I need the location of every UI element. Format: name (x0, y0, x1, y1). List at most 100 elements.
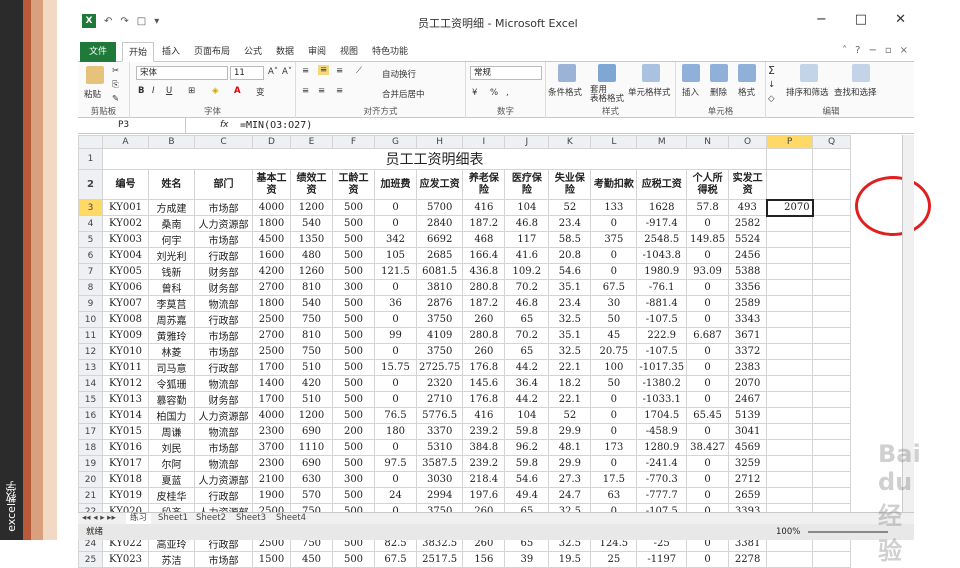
cell[interactable] (812, 169, 852, 200)
cell[interactable]: 财务部 (194, 263, 253, 280)
cell[interactable]: 2685 (415, 247, 464, 264)
cell[interactable]: 280.8 (462, 279, 506, 296)
cell[interactable]: 财务部 (194, 279, 253, 296)
cell[interactable] (766, 407, 814, 424)
cell[interactable]: 5776.5 (415, 407, 464, 424)
cell[interactable]: -917.4 (636, 215, 688, 232)
zoom-level[interactable]: 100% (776, 524, 800, 540)
cell[interactable]: 1200 (290, 407, 333, 424)
tab-view[interactable]: 视图 (340, 42, 358, 62)
cell[interactable]: 2517.5 (415, 551, 464, 568)
cell[interactable]: 3030 (415, 471, 464, 488)
cell[interactable]: 5700 (415, 199, 464, 216)
cell[interactable] (812, 231, 852, 248)
cell[interactable]: 1900 (252, 487, 291, 504)
cell[interactable] (812, 199, 852, 216)
cell[interactable]: 令狐珊 (148, 375, 195, 392)
underline-button[interactable]: U (166, 86, 172, 96)
header-cell[interactable]: 应税工资 (636, 169, 688, 200)
cell[interactable]: 1400 (252, 375, 291, 392)
row-header[interactable]: 1 (78, 148, 103, 170)
cell[interactable]: 260 (462, 343, 506, 360)
merge-center-button[interactable]: 合并后居中 (382, 88, 425, 100)
cell[interactable]: 23.4 (548, 215, 592, 232)
cell[interactable]: 109.2 (504, 263, 550, 280)
cell[interactable]: 3750 (415, 311, 464, 328)
column-header[interactable]: Q (812, 135, 852, 149)
cell[interactable]: 苏洁 (148, 551, 195, 568)
cell[interactable]: 3259 (728, 455, 768, 472)
cell[interactable] (812, 423, 852, 440)
column-header[interactable]: D (252, 135, 291, 149)
cell[interactable]: KY008 (102, 311, 149, 328)
cell[interactable]: 0 (374, 375, 417, 392)
cell[interactable]: 人力资源部 (194, 471, 253, 488)
column-header[interactable]: P (766, 135, 814, 149)
cell[interactable]: 桑南 (148, 215, 195, 232)
cell[interactable]: 0 (374, 199, 417, 216)
row-header[interactable]: 21 (78, 487, 103, 504)
cell[interactable]: 黄雅玲 (148, 327, 195, 344)
cell[interactable]: 3750 (415, 343, 464, 360)
cell[interactable]: 17.5 (590, 471, 638, 488)
cell[interactable]: 570 (290, 487, 333, 504)
cell[interactable]: 173 (590, 439, 638, 456)
cell[interactable]: 133 (590, 199, 638, 216)
wrap-text-button[interactable]: 自动换行 (382, 68, 416, 80)
copy-icon[interactable]: ⎘ (112, 80, 119, 90)
header-cell[interactable]: 养老保险 (462, 169, 506, 200)
tab-formulas[interactable]: 公式 (244, 42, 262, 62)
cell[interactable]: 23.4 (548, 295, 592, 312)
cell[interactable]: 99 (374, 327, 417, 344)
cell[interactable]: 176.8 (462, 391, 506, 408)
cell[interactable]: 2589 (728, 295, 768, 312)
cell[interactable]: 1980.9 (636, 263, 688, 280)
cell[interactable]: 1700 (252, 391, 291, 408)
column-header[interactable]: H (415, 135, 464, 149)
cell[interactable]: 6.687 (686, 327, 730, 344)
insert-cells-button[interactable]: 插入 (682, 86, 699, 98)
grow-font-button[interactable]: A˄ (268, 67, 278, 77)
cell[interactable]: 27.3 (548, 471, 592, 488)
align-bottom-icon[interactable]: ≡ (336, 66, 343, 76)
column-header[interactable]: I (462, 135, 506, 149)
cell[interactable]: 0 (374, 471, 417, 488)
shrink-font-button[interactable]: A˅ (282, 67, 292, 77)
cell[interactable]: 0 (374, 311, 417, 328)
align-top-icon[interactable]: ≡ (302, 66, 309, 76)
cell[interactable]: 24 (374, 487, 417, 504)
cell[interactable] (766, 391, 814, 408)
cell[interactable]: 25 (590, 551, 638, 568)
cell[interactable]: 5524 (728, 231, 768, 248)
align-center-icon[interactable]: ≡ (318, 86, 325, 96)
column-header[interactable]: N (686, 135, 730, 149)
cell[interactable]: 市场部 (194, 343, 253, 360)
row-header[interactable]: 20 (78, 471, 103, 488)
header-cell[interactable]: 绩效工资 (290, 169, 333, 200)
cell[interactable]: 500 (332, 375, 375, 392)
cell[interactable]: 0 (686, 295, 730, 312)
cell[interactable]: 2710 (415, 391, 464, 408)
cell[interactable]: 1700 (252, 359, 291, 376)
cell[interactable]: 刘光利 (148, 247, 195, 264)
cell[interactable]: 300 (332, 471, 375, 488)
cell[interactable]: 32.5 (548, 343, 592, 360)
paste-icon[interactable] (86, 66, 104, 84)
cell[interactable] (812, 471, 852, 488)
cell[interactable]: 慕容勤 (148, 391, 195, 408)
cell[interactable] (812, 551, 852, 568)
sheet-title[interactable]: 员工工资明细表 (101, 148, 768, 170)
row-header[interactable]: 12 (78, 343, 103, 360)
cell[interactable]: 500 (332, 295, 375, 312)
cell[interactable]: 2876 (415, 295, 464, 312)
cell[interactable]: 280.8 (462, 327, 506, 344)
cell[interactable]: -107.5 (636, 311, 688, 328)
cell[interactable]: 2300 (252, 423, 291, 440)
font-name-select[interactable]: 宋体 (136, 66, 228, 80)
cell[interactable]: 物流部 (194, 423, 253, 440)
column-header[interactable]: A (102, 135, 149, 149)
cell[interactable] (812, 148, 852, 170)
header-cell[interactable]: 部门 (194, 169, 253, 200)
cell[interactable]: 239.2 (462, 423, 506, 440)
cell[interactable]: 2100 (252, 471, 291, 488)
